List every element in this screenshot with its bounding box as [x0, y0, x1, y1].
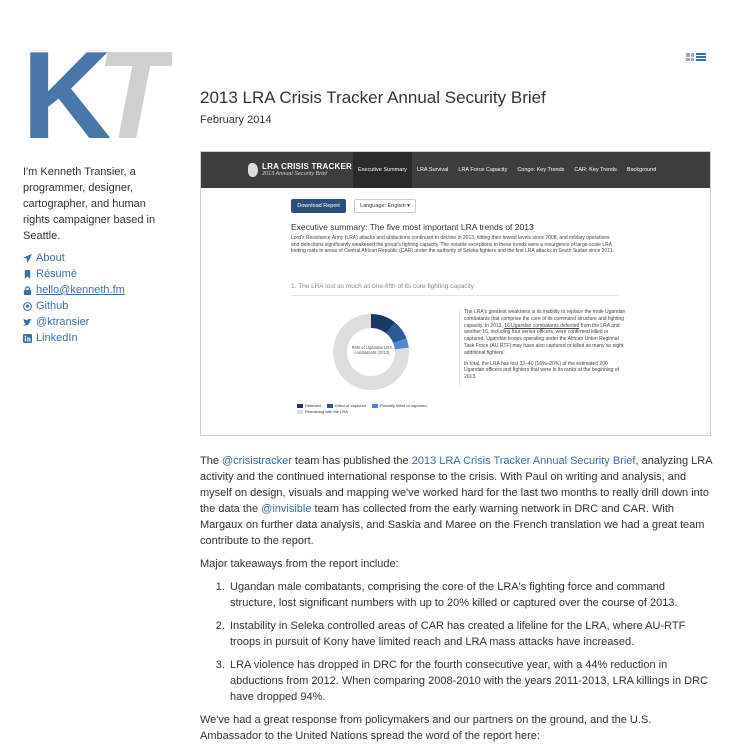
- report-subheading: 1. The LRA lost as much as one-fifth of …: [291, 283, 475, 290]
- article-paragraph-1: The @crisistracker team has published th…: [200, 455, 712, 547]
- lock-icon: [23, 285, 32, 295]
- kt-logo-mark: K T: [22, 40, 172, 140]
- report-tab-car: CAR: Key Trends: [574, 167, 617, 173]
- legend-item-remaining: Remaining with the LRA: [297, 409, 348, 415]
- sidebar-link-twitter[interactable]: @ktransier: [36, 314, 89, 330]
- kt-logo[interactable]: K T: [22, 40, 172, 150]
- github-icon: [23, 301, 32, 311]
- crisistracker-link[interactable]: @crisistracker: [222, 455, 292, 467]
- report-brand: LRA CRISIS TRACKER 2013 Annual Security …: [248, 162, 353, 178]
- report-language-select: Language: English ▾: [354, 199, 416, 213]
- sidebar-item-linkedin[interactable]: LinkedIn: [23, 330, 173, 346]
- list-item: Ugandan male combatants, comprising the …: [228, 579, 712, 611]
- bookmark-icon: [24, 269, 31, 279]
- report-tab-background: Background: [626, 167, 657, 173]
- post-title: 2013 LRA Crisis Tracker Annual Security …: [200, 88, 546, 107]
- list-item: Instability in Seleka controlled areas o…: [228, 618, 712, 650]
- africa-map-icon: [248, 163, 258, 177]
- sidebar-item-twitter[interactable]: @ktransier: [23, 314, 173, 330]
- report-tab-congo: Congo: Key Trends: [517, 167, 565, 173]
- sidebar-nav: About Résumé hello@kenneth.fm Github @kt…: [23, 250, 173, 346]
- legend-item-possibly: Possibly killed or captured: [372, 403, 427, 409]
- sidebar-link-about[interactable]: About: [36, 250, 65, 266]
- report-screenshot: LRA CRISIS TRACKER 2013 Annual Security …: [200, 151, 711, 436]
- report-side-link: 16 Ugandan combatants defected: [504, 322, 580, 329]
- article-paragraph-3: We've had a great response from policyma…: [200, 714, 652, 742]
- twitter-icon: [23, 318, 32, 326]
- donut-legend: Defected Killed or captured Possibly kil…: [297, 403, 427, 415]
- post-body: The @crisistracker team has published th…: [200, 453, 712, 751]
- report-navbar: LRA CRISIS TRACKER 2013 Annual Security …: [201, 152, 710, 188]
- donut-center-label: Pets of Ugandan LRA combatants (2013): [351, 345, 393, 356]
- linkedin-icon: [23, 333, 32, 343]
- list-view-icon[interactable]: [696, 53, 706, 61]
- sidebar-item-resume[interactable]: Résumé: [23, 266, 173, 282]
- sidebar-link-resume[interactable]: Résumé: [36, 266, 77, 282]
- menu-toggle[interactable]: [686, 53, 706, 61]
- report-intro: Lord's Resistance Army (LRA) attacks and…: [291, 235, 614, 255]
- report-brand-subtitle: 2013 Annual Security Brief: [262, 171, 327, 177]
- report-link[interactable]: 2013 LRA Crisis Tracker Annual Security …: [412, 455, 636, 467]
- report-side-paragraph-2: In total, the LRA has lost 32–40 (16%–20…: [464, 360, 620, 381]
- report-side-paragraph-1: The LRA's greatest weakness is its inabi…: [464, 309, 626, 356]
- report-tab-executive-summary: Executive Summary: [353, 152, 412, 188]
- paper-plane-icon: [23, 253, 32, 263]
- logo-letter-t: T: [96, 40, 172, 140]
- list-item: LRA violence has dropped in DRC for the …: [228, 657, 712, 705]
- report-side-text: The LRA's greatest weakness is its inabi…: [459, 309, 626, 385]
- report-tab-force-capacity: LRA Force Capacity: [458, 167, 508, 173]
- report-divider: [291, 295, 619, 296]
- sidebar-item-github[interactable]: Github: [23, 298, 173, 314]
- grid-view-icon[interactable]: [686, 53, 694, 61]
- sidebar-link-email[interactable]: hello@kenneth.fm: [36, 282, 125, 298]
- report-download-button: Download Report: [291, 199, 346, 213]
- sidebar-link-github[interactable]: Github: [36, 298, 68, 314]
- report-tab-lra-survival: LRA Survival: [416, 167, 449, 173]
- sidebar-link-linkedin[interactable]: LinkedIn: [36, 330, 78, 346]
- sidebar-item-about[interactable]: About: [23, 250, 173, 266]
- post-date: February 2014: [200, 114, 272, 126]
- sidebar-item-email[interactable]: hello@kenneth.fm: [23, 282, 173, 298]
- author-bio: I'm Kenneth Transier, a programmer, desi…: [23, 166, 156, 242]
- report-heading: Executive summary: The five most importa…: [291, 222, 534, 232]
- takeaways-list: Ugandan male combatants, comprising the …: [200, 579, 712, 705]
- article-paragraph-2: Major takeaways from the report include:: [200, 558, 399, 570]
- report-brand-title: LRA CRISIS TRACKER: [262, 162, 352, 171]
- invisible-link[interactable]: @invisible: [261, 503, 311, 515]
